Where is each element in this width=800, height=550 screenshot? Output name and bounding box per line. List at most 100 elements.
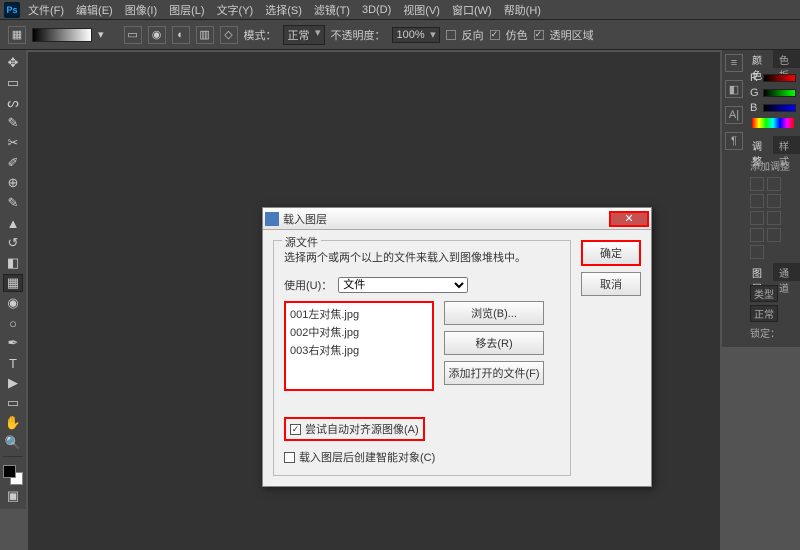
dialog-description: 选择两个或两个以上的文件来载入到图像堆栈中。 (284, 249, 560, 265)
dither-checkbox[interactable] (490, 30, 500, 40)
file-item[interactable]: 001左对焦.jpg (288, 305, 430, 323)
marquee-tool[interactable]: ▭ (3, 74, 23, 92)
adj-icon[interactable] (750, 228, 764, 242)
quick-mask-icon[interactable]: ▣ (3, 487, 23, 505)
paragraph-panel-icon[interactable]: ¶ (725, 132, 743, 150)
file-item[interactable]: 003右对焦.jpg (288, 341, 430, 359)
blend-mode-select[interactable]: 正常 (283, 25, 325, 45)
menu-type[interactable]: 文字(Y) (217, 2, 254, 18)
adj-icon[interactable] (767, 194, 781, 208)
layer-blend-select[interactable]: 正常 (750, 305, 778, 322)
crop-tool[interactable]: ✂ (3, 134, 23, 152)
gradient-tool[interactable]: ▦ (3, 274, 23, 292)
adj-icon[interactable] (750, 177, 764, 191)
move-tool[interactable]: ✥ (3, 54, 23, 72)
adj-icon[interactable] (750, 211, 764, 225)
menu-3d[interactable]: 3D(D) (362, 4, 391, 16)
adjustments-tab[interactable]: 调整 (746, 136, 773, 154)
reflected-gradient-icon[interactable]: ▥ (196, 26, 214, 44)
source-files-fieldset: 源文件 选择两个或两个以上的文件来载入到图像堆栈中。 使用(U)： 文件 001… (273, 240, 571, 476)
color-panel: R G B (746, 68, 800, 136)
g-label: G (750, 87, 760, 99)
close-button[interactable]: ✕ (609, 211, 649, 227)
use-select[interactable]: 文件 (338, 277, 468, 293)
b-slider[interactable] (763, 104, 796, 112)
linear-gradient-icon[interactable]: ▭ (124, 26, 142, 44)
menu-file[interactable]: 文件(F) (28, 2, 64, 18)
opacity-label: 不透明度： (331, 27, 386, 43)
character-panel-icon[interactable]: A| (725, 106, 743, 124)
channels-tab[interactable]: 通道 (773, 263, 800, 281)
cancel-button[interactable]: 取消 (581, 272, 641, 296)
dither-label: 仿色 (506, 27, 528, 43)
reverse-checkbox[interactable] (446, 30, 456, 40)
fieldset-label: 源文件 (282, 234, 321, 250)
g-slider[interactable] (763, 89, 796, 97)
dodge-tool[interactable]: ○ (3, 314, 23, 332)
zoom-tool[interactable]: 🔍 (3, 434, 23, 452)
gradient-preview[interactable] (32, 28, 92, 42)
diamond-gradient-icon[interactable]: ◇ (220, 26, 238, 44)
smart-object-label: 载入图层后创建智能对象(C) (299, 449, 435, 465)
eraser-tool[interactable]: ◧ (3, 254, 23, 272)
hue-bar[interactable] (752, 118, 794, 128)
layers-tab[interactable]: 图层 (746, 263, 773, 281)
remove-button[interactable]: 移去(R) (444, 331, 544, 355)
color-swatches[interactable] (3, 465, 23, 485)
menu-filter[interactable]: 滤镜(T) (314, 2, 350, 18)
menu-view[interactable]: 视图(V) (403, 2, 440, 18)
stamp-tool[interactable]: ▲ (3, 214, 23, 232)
file-list[interactable]: 001左对焦.jpg 002中对焦.jpg 003右对焦.jpg (284, 301, 434, 391)
properties-panel-icon[interactable]: ◧ (725, 80, 743, 98)
quick-select-tool[interactable]: ✎ (3, 114, 23, 132)
ok-button[interactable]: 确定 (581, 240, 641, 266)
menu-edit[interactable]: 编辑(E) (76, 2, 113, 18)
styles-tab[interactable]: 样式 (773, 136, 800, 154)
lasso-tool[interactable]: ᔕ (3, 94, 23, 112)
browse-button[interactable]: 浏览(B)... (444, 301, 544, 325)
history-panel-icon[interactable]: ≡ (725, 54, 743, 72)
align-check-row[interactable]: 尝试自动对齐源图像(A) (284, 417, 425, 441)
radial-gradient-icon[interactable]: ◉ (148, 26, 166, 44)
menu-select[interactable]: 选择(S) (265, 2, 302, 18)
b-label: B (750, 102, 760, 114)
layers-panel: 类型 正常 锁定： (746, 281, 800, 347)
hand-tool[interactable]: ✋ (3, 414, 23, 432)
brush-tool[interactable]: ✎ (3, 194, 23, 212)
adj-icon[interactable] (750, 194, 764, 208)
gradient-tool-icon[interactable]: ▦ (8, 26, 26, 44)
eyedropper-tool[interactable]: ✐ (3, 154, 23, 172)
menu-window[interactable]: 窗口(W) (452, 2, 492, 18)
path-select-tool[interactable]: ▶ (3, 374, 23, 392)
transparency-label: 透明区域 (550, 27, 594, 43)
adj-icon[interactable] (767, 228, 781, 242)
lock-label: 锁定： (750, 325, 780, 340)
adj-icon[interactable] (767, 177, 781, 191)
r-label: R (750, 72, 760, 84)
color-tab[interactable]: 颜色 (746, 50, 773, 68)
angle-gradient-icon[interactable]: ◐ (172, 26, 190, 44)
gradient-dropdown-icon[interactable]: ▾ (98, 28, 104, 41)
blur-tool[interactable]: ◉ (3, 294, 23, 312)
adj-icon[interactable] (767, 211, 781, 225)
adj-icon[interactable] (750, 245, 764, 259)
dialog-titlebar[interactable]: 载入图层 ✕ (263, 208, 651, 230)
file-item[interactable]: 002中对焦.jpg (288, 323, 430, 341)
add-open-button[interactable]: 添加打开的文件(F) (444, 361, 544, 385)
align-checkbox[interactable] (290, 424, 301, 435)
transparency-checkbox[interactable] (534, 30, 544, 40)
menu-help[interactable]: 帮助(H) (504, 2, 541, 18)
history-brush-tool[interactable]: ↺ (3, 234, 23, 252)
r-slider[interactable] (763, 74, 796, 82)
shape-tool[interactable]: ▭ (3, 394, 23, 412)
menu-image[interactable]: 图像(I) (125, 2, 157, 18)
type-tool[interactable]: T (3, 354, 23, 372)
smart-object-checkbox[interactable] (284, 452, 295, 463)
layer-kind-select[interactable]: 类型 (750, 285, 778, 302)
swatches-tab[interactable]: 色板 (773, 50, 800, 68)
smart-object-check-row[interactable]: 载入图层后创建智能对象(C) (284, 449, 560, 465)
opacity-select[interactable]: 100% (392, 27, 440, 43)
pen-tool[interactable]: ✒ (3, 334, 23, 352)
menu-layer[interactable]: 图层(L) (169, 2, 204, 18)
healing-tool[interactable]: ⊕ (3, 174, 23, 192)
